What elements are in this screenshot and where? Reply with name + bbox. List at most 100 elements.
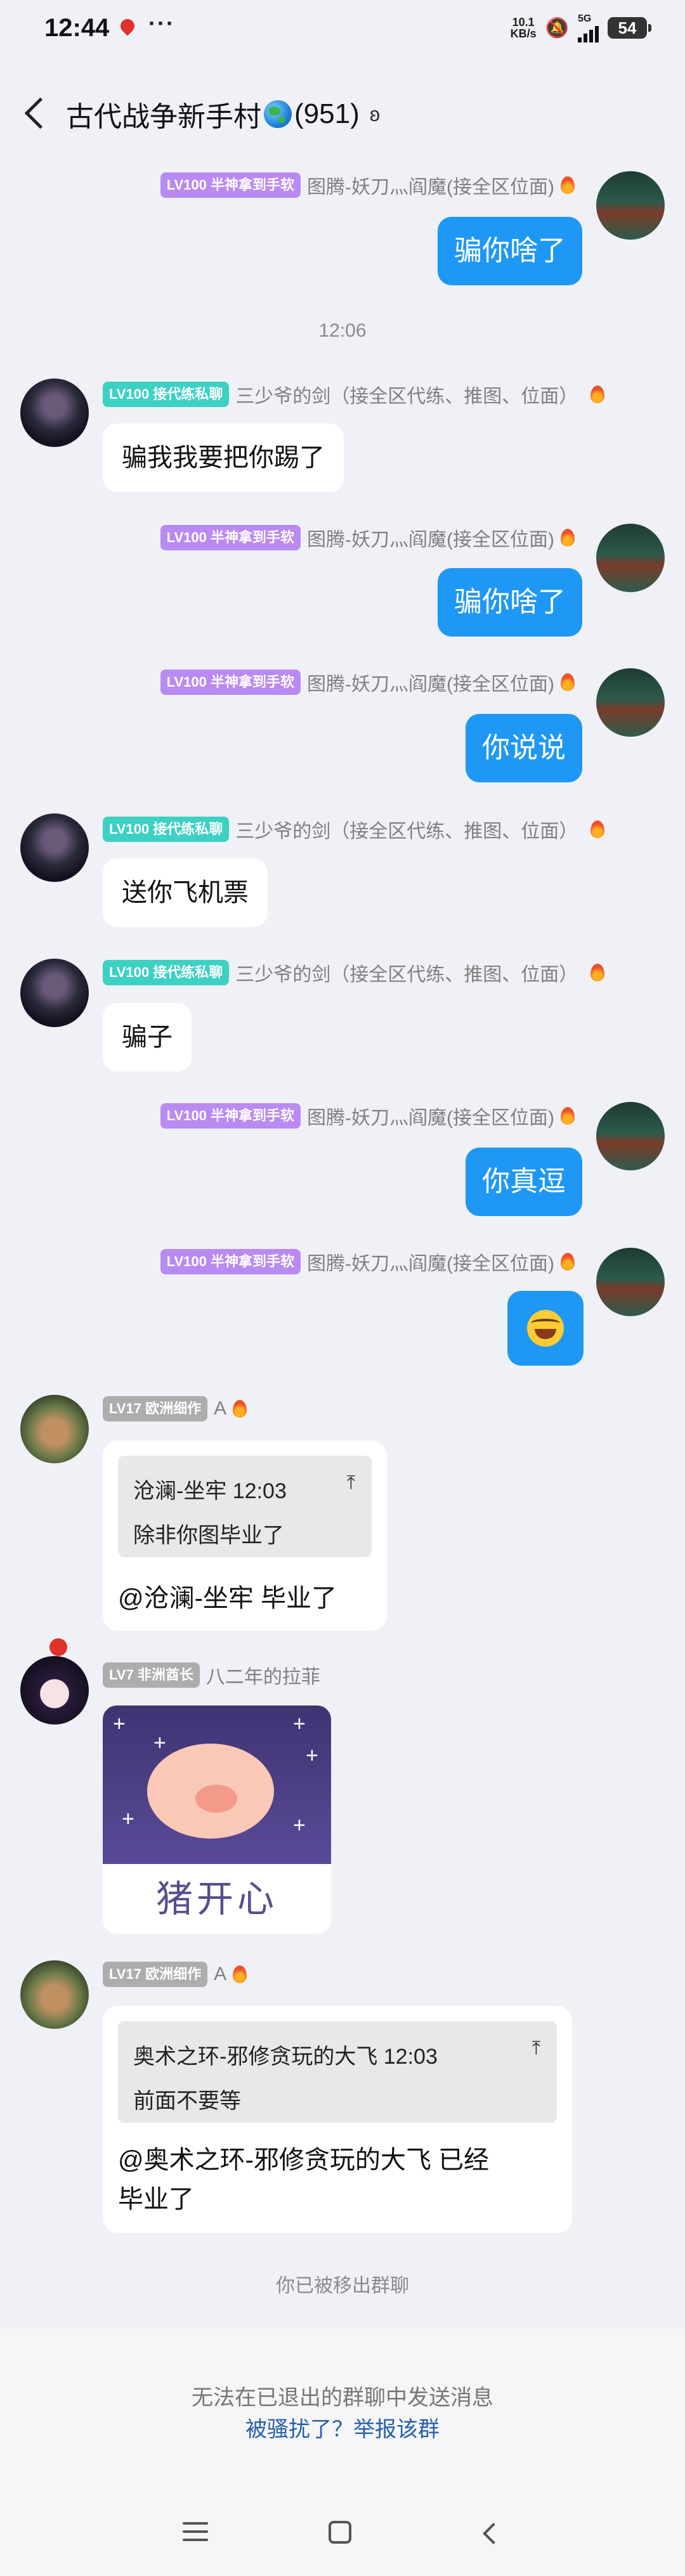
flame-icon [233,1965,247,1983]
net-speed-value: 10.1 [512,16,535,29]
sender-name: 图腾-妖刀灬阎魔(接全区位面) [307,529,554,550]
sender-meta: LV100 半神拿到手软 图腾-妖刀灬阎魔(接全区位面) [160,1102,575,1130]
reply-message-bubble[interactable]: 奥术之环-邪修贪玩的大飞 12:03 ⤒ 前面不要等 @奥术之环-邪修贪玩的大飞… [103,2006,572,2233]
quoted-message[interactable]: 奥术之环-邪修贪玩的大飞 12:03 ⤒ 前面不要等 [118,2021,557,2123]
level-badge: LV100 半神拿到手软 [160,1103,301,1129]
more-notifications-icon: ··· [148,10,175,36]
flame-icon [590,964,605,981]
sender-name: 图腾-妖刀灬阎魔(接全区位面) [307,1108,554,1129]
signal-bars-icon [578,25,599,42]
level-badge: LV100 接代练私聊 [103,382,230,407]
group-name: 古代战争新手村 [66,101,261,133]
mute-icon: 🔕 [545,17,569,39]
chat-title[interactable]: 古代战争新手村 (951) ʚ [66,94,380,134]
net-speed-unit: KB/s [510,27,537,40]
sender-name: 三少爷的剑（接全区代练、推图、位面） [235,964,578,985]
back-button[interactable] [19,92,51,136]
sticker-message[interactable]: + + + + + + 猪开心 [103,1705,331,1934]
menu-nav-icon[interactable] [183,2522,208,2541]
quote-text: 除非你图毕业了 [133,1524,284,1548]
sender-meta: LV17 欧洲细作 A [103,1396,247,1421]
flame-icon [561,1107,575,1125]
message-bubble[interactable]: 骗子 [103,1003,192,1071]
member-count: (951) [294,98,360,129]
flower-ornament-icon [49,1638,67,1656]
time-divider: 12:06 [318,320,367,341]
sender-name: 八二年的拉菲 [206,1667,320,1688]
signal-indicator: 5G [578,13,599,42]
sender-name: 三少爷的剑（接全区代练、推图、位面） [235,386,578,407]
avatar[interactable] [20,1656,89,1725]
back-nav-icon[interactable] [480,2522,501,2544]
flame-icon [561,176,575,194]
message-bubble[interactable]: 骗你啥了 [438,568,582,637]
avatar[interactable] [20,1960,89,2029]
sender-name: 三少爷的剑（接全区代练、推图、位面） [235,821,578,842]
level-badge: LV100 半神拿到手软 [160,1249,301,1274]
flame-icon [561,1253,575,1271]
message-bubble[interactable]: 送你飞机票 [103,858,268,927]
avatar[interactable] [596,668,665,737]
avatar[interactable] [20,813,89,882]
sender-name: A [214,1964,227,1984]
level-badge: LV100 半神拿到手软 [160,172,301,198]
flame-icon [590,820,605,838]
level-badge: LV17 欧洲细作 [103,1396,208,1421]
sender-name: 图腾-妖刀灬阎魔(接全区位面) [307,177,554,198]
reply-text-line: 毕业了 [118,2185,194,2213]
globe-icon [264,100,292,128]
flame-icon [590,385,605,403]
avatar[interactable] [20,1395,89,1463]
net-speed: 10.1 KB/s [511,16,537,39]
quote-author-time: 沧澜-坐牢 12:03 [133,1479,287,1503]
avatar[interactable] [596,171,665,240]
earpiece-icon: ʚ [369,102,380,126]
level-badge: LV17 欧洲细作 [103,1962,208,1987]
sender-meta: LV7 非洲酋长 八二年的拉菲 [103,1661,320,1689]
avatar[interactable] [20,959,89,1027]
removed-notice: 你已被移出群聊 [276,2275,409,2296]
flame-icon [233,1400,247,1418]
flame-icon [561,529,575,547]
message-bubble[interactable]: 骗我我要把你踢了 [103,424,344,492]
sender-meta: LV17 欧洲细作 A [103,1962,247,1987]
reply-text-line: @奥术之环-邪修贪玩的大飞 已经 [118,2146,490,2174]
quote-author-time: 奥术之环-邪修贪玩的大飞 12:03 [133,2045,438,2069]
level-badge: LV100 半神拿到手软 [160,525,301,550]
sender-name: 图腾-妖刀灬阎魔(接全区位面) [307,674,554,695]
avatar[interactable] [20,379,89,447]
quoted-message[interactable]: 沧澜-坐牢 12:03 ⤒ 除非你图毕业了 [118,1456,372,1557]
message-bubble[interactable]: 你说说 [466,714,582,782]
pig-sticker-image: + + + + + + [103,1705,331,1864]
signal-type: 5G [578,13,592,24]
sender-meta: LV100 半神拿到手软 图腾-妖刀灬阎魔(接全区位面) [160,1248,575,1276]
home-nav-icon[interactable] [329,2521,351,2544]
sender-meta: LV100 半神拿到手软 图腾-妖刀灬阎魔(接全区位面) [160,668,575,696]
avatar[interactable] [596,524,665,592]
reply-message-bubble[interactable]: 沧澜-坐牢 12:03 ⤒ 除非你图毕业了 @沧澜-坐牢 毕业了 [103,1440,387,1631]
message-bubble[interactable]: 骗你啥了 [438,217,582,285]
laughing-tears-emoji-icon [527,1310,564,1347]
status-icons: 10.1 KB/s 🔕 5G 54 [511,13,651,42]
battery-icon: 54 [608,17,651,39]
message-bubble[interactable]: 你真逗 [466,1148,582,1216]
sender-name: 图腾-妖刀灬阎魔(接全区位面) [307,1253,554,1274]
jump-to-quote-icon[interactable]: ⤒ [347,1472,355,1494]
sender-meta: LV100 半神拿到手软 图腾-妖刀灬阎魔(接全区位面) [160,171,575,199]
level-badge: LV100 接代练私聊 [103,817,230,842]
avatar[interactable] [596,1102,665,1170]
location-icon [117,16,138,36]
status-time: 12:44 [44,14,110,42]
sender-meta: LV100 接代练私聊 三少爷的剑（接全区代练、推图、位面） [103,959,605,987]
emoji-message[interactable] [507,1291,584,1366]
sender-meta: LV100 接代练私聊 三少爷的剑（接全区代练、推图、位面） [103,815,605,843]
sticker-caption: 猪开心 [155,1877,278,1920]
level-badge: LV100 半神拿到手软 [160,670,301,695]
pig-nose-icon [195,1785,237,1813]
report-group-link[interactable]: 被骚扰了？举报该群 [0,2412,685,2443]
sender-name: A [214,1398,227,1419]
sender-meta: LV100 接代练私聊 三少爷的剑（接全区代练、推图、位面） [103,380,605,408]
reply-text: @沧澜-坐牢 毕业了 [118,1584,337,1612]
avatar[interactable] [596,1248,665,1316]
jump-to-quote-icon[interactable]: ⤒ [532,2038,540,2059]
